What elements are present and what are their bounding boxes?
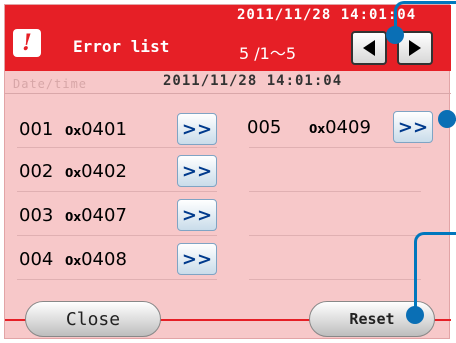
- close-button[interactable]: Close: [25, 301, 161, 337]
- entry-number: 001: [19, 119, 54, 140]
- divider: [249, 279, 421, 280]
- code-value: 0409: [325, 117, 371, 138]
- hex-prefix: 0x: [65, 210, 82, 224]
- entry-code: 0x0407: [65, 205, 127, 226]
- divider: [17, 191, 217, 192]
- triangle-right-icon: [409, 40, 421, 56]
- hex-prefix: 0x: [309, 122, 326, 136]
- divider: [249, 147, 421, 148]
- detail-button[interactable]: >>: [177, 243, 217, 275]
- code-value: 0408: [81, 249, 127, 270]
- divider: [249, 235, 421, 236]
- header-datetime: 2011/11/28 14:01:04: [237, 7, 417, 23]
- code-value: 0401: [81, 119, 127, 140]
- exclamation-icon: !: [13, 29, 41, 57]
- divider: [17, 235, 217, 236]
- datetime-value: 2011/11/28 14:01:04: [163, 73, 343, 89]
- error-entry: 001 0x0401 >>: [19, 113, 219, 147]
- page-title: Error list: [73, 37, 170, 56]
- hex-prefix: 0x: [65, 124, 82, 138]
- entry-number: 004: [19, 249, 54, 270]
- entry-number: 003: [19, 205, 54, 226]
- divider: [249, 191, 421, 192]
- triangle-left-icon: [363, 40, 375, 56]
- divider: [5, 93, 451, 94]
- entry-code: 0x0408: [65, 249, 127, 270]
- entry-code: 0x0409: [309, 117, 371, 138]
- header-bar: ! Error list 2011/11/28 14:01:04 5 /1～5: [5, 5, 451, 71]
- datetime-label: Date/time: [13, 77, 88, 91]
- hex-prefix: 0x: [65, 166, 82, 180]
- detail-button[interactable]: >>: [177, 155, 217, 187]
- entry-code: 0x0402: [65, 161, 127, 182]
- code-value: 0402: [81, 161, 127, 182]
- detail-button[interactable]: >>: [177, 199, 217, 231]
- error-entry: 002 0x0402 >>: [19, 155, 219, 189]
- entry-number: 005: [247, 117, 282, 138]
- hex-prefix: 0x: [65, 254, 82, 268]
- callout-dot: [406, 306, 424, 324]
- callout-dot: [386, 26, 404, 44]
- detail-button[interactable]: >>: [393, 111, 433, 143]
- callout-dot: [438, 110, 456, 128]
- error-entry: 003 0x0407 >>: [19, 199, 219, 233]
- prev-page-button[interactable]: [351, 31, 387, 65]
- entry-number: 002: [19, 161, 54, 182]
- code-value: 0407: [81, 205, 127, 226]
- error-entry: 004 0x0408 >>: [19, 243, 219, 277]
- page-indicator: 5 /1～5: [239, 44, 297, 63]
- divider: [17, 147, 217, 148]
- detail-button[interactable]: >>: [177, 113, 217, 145]
- error-list-screen: ! Error list 2011/11/28 14:01:04 5 /1～5 …: [4, 4, 451, 339]
- error-entry: 005 0x0409 >>: [247, 111, 447, 145]
- callout-line: [414, 232, 456, 317]
- entry-code: 0x0401: [65, 119, 127, 140]
- divider: [17, 279, 217, 280]
